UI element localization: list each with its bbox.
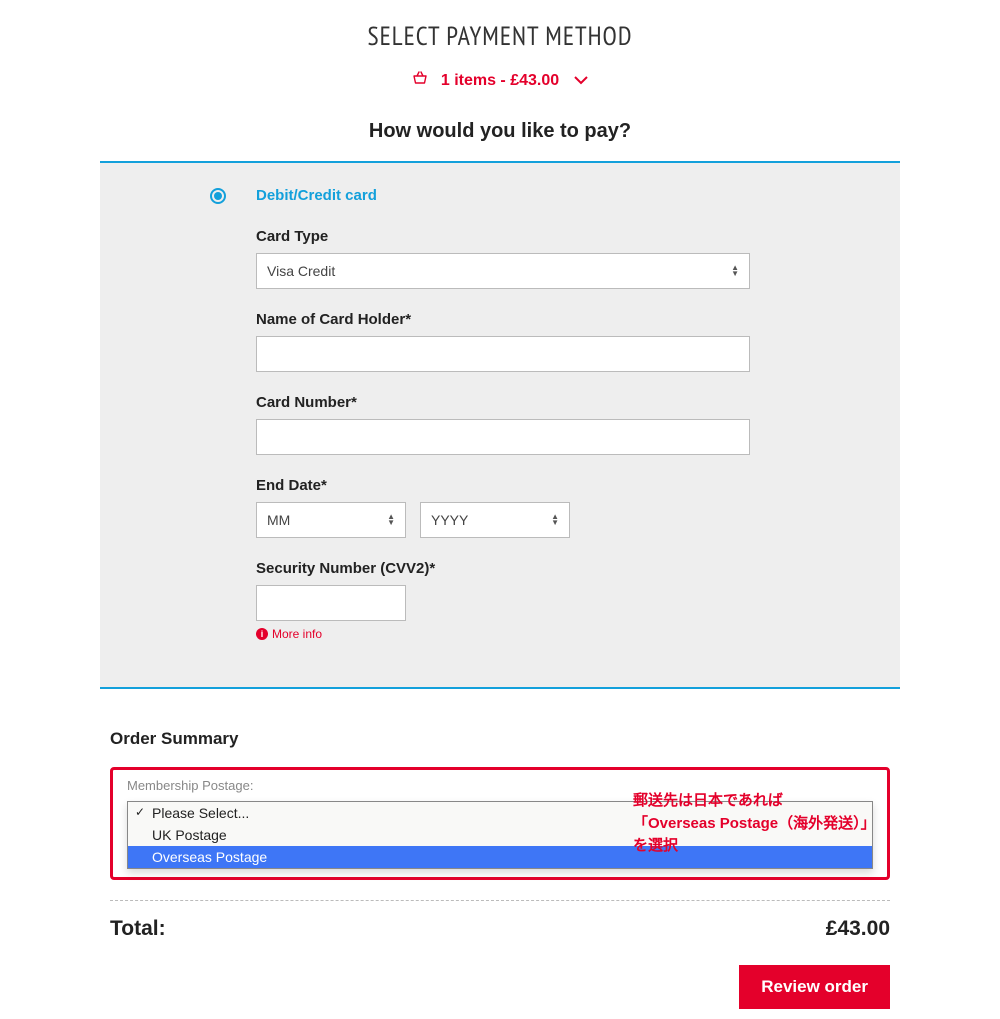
end-date-label: End Date* — [256, 477, 750, 494]
card-type-field: Card Type Visa Credit ▲▼ — [256, 228, 750, 289]
radio-selected-icon — [210, 188, 226, 204]
card-holder-input[interactable] — [256, 336, 750, 372]
basket-icon — [412, 72, 432, 89]
order-summary-heading: Order Summary — [110, 729, 890, 749]
page-title: SELECT PAYMENT METHOD — [0, 20, 1000, 53]
total-label: Total: — [110, 917, 166, 941]
annotation-highlight-box: Membership Postage: Please Select... UK … — [110, 767, 890, 880]
chevron-down-icon — [574, 72, 588, 88]
payment-panel-wrapper: Debit/Credit card Card Type Visa Credit … — [100, 161, 900, 689]
end-month-select[interactable]: MM ▲▼ — [256, 502, 406, 538]
review-order-button[interactable]: Review order — [739, 965, 890, 1009]
payment-panel: Debit/Credit card Card Type Visa Credit … — [100, 163, 900, 687]
cvv-field: Security Number (CVV2)* i More info — [256, 560, 750, 641]
select-caret-icon: ▲▼ — [551, 514, 559, 526]
card-number-input[interactable] — [256, 419, 750, 455]
end-month-placeholder: MM — [267, 512, 290, 528]
end-date-field: End Date* MM ▲▼ YYYY ▲▼ — [256, 477, 750, 538]
end-year-placeholder: YYYY — [431, 512, 468, 528]
select-caret-icon: ▲▼ — [387, 514, 395, 526]
total-value: £43.00 — [826, 917, 890, 941]
cvv-more-info-link[interactable]: i More info — [256, 627, 750, 641]
card-holder-field: Name of Card Holder* — [256, 311, 750, 372]
card-number-field: Card Number* — [256, 394, 750, 455]
basket-summary-text: 1 items - £43.00 — [441, 72, 559, 89]
card-type-select[interactable]: Visa Credit ▲▼ — [256, 253, 750, 289]
card-holder-label: Name of Card Holder* — [256, 311, 750, 328]
basket-summary-toggle[interactable]: 1 items - £43.00 — [0, 71, 1000, 90]
info-icon: i — [256, 628, 268, 640]
end-year-select[interactable]: YYYY ▲▼ — [420, 502, 570, 538]
select-caret-icon: ▲▼ — [731, 265, 739, 277]
pay-subheading: How would you like to pay? — [0, 120, 1000, 143]
card-number-label: Card Number* — [256, 394, 750, 411]
annotation-line1: 郵送先は日本であれば — [633, 792, 783, 809]
annotation-line2: 「Overseas Postage（海外発送）」 — [633, 815, 876, 832]
divider — [110, 900, 890, 901]
annotation-text: 郵送先は日本であれば 「Overseas Postage（海外発送）」 を選択 — [633, 790, 876, 858]
card-type-label: Card Type — [256, 228, 750, 245]
card-type-value: Visa Credit — [267, 263, 335, 279]
payment-method-label: Debit/Credit card — [256, 187, 377, 204]
payment-method-radio-row[interactable]: Debit/Credit card — [210, 187, 750, 204]
annotation-line3: を選択 — [633, 837, 678, 854]
order-total-row: Total: £43.00 — [110, 917, 890, 941]
more-info-text: More info — [272, 627, 322, 641]
cvv-input[interactable] — [256, 585, 406, 621]
cvv-label: Security Number (CVV2)* — [256, 560, 750, 577]
